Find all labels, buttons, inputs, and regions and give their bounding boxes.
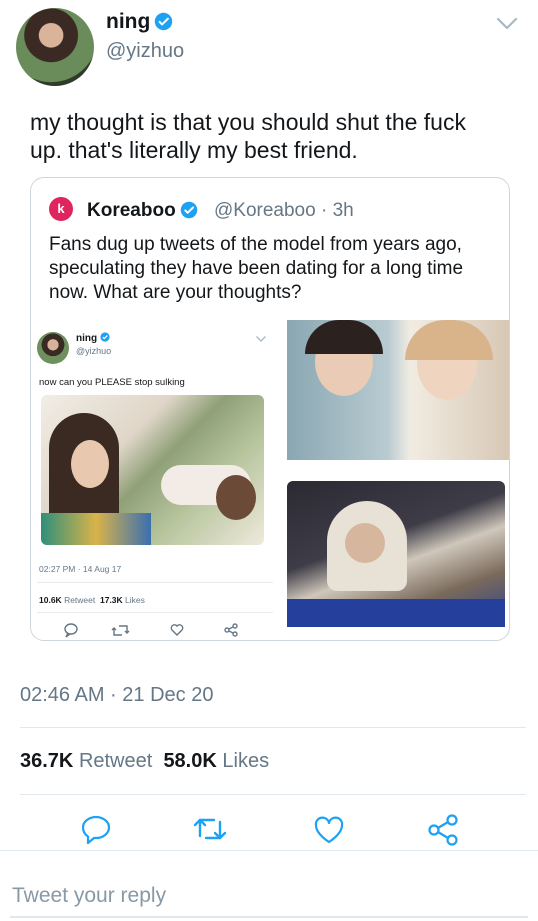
divider	[37, 582, 273, 583]
reply-icon[interactable]	[80, 813, 112, 845]
embedded-tweet-image: ning @yizhuo now can you PLEASE stop sul…	[31, 320, 284, 640]
embedded-name: ning	[76, 332, 110, 344]
photo-two-girls	[287, 320, 509, 460]
photo-girl-hoodie	[287, 481, 505, 627]
koreaboo-logo: k	[49, 197, 73, 221]
tweet-timestamp[interactable]: 02:46 AM · 21 Dec 20	[20, 684, 213, 707]
author-handle[interactable]: @yizhuo	[106, 40, 184, 63]
embedded-photo	[41, 395, 264, 545]
retweet-icon	[111, 625, 130, 636]
verified-badge-icon	[100, 332, 110, 342]
like-icon[interactable]	[313, 815, 345, 845]
quote-author-name: Koreaboo	[87, 200, 198, 222]
divider	[20, 727, 526, 728]
divider	[0, 850, 538, 851]
quote-text: Fans dug up tweets of the model from yea…	[49, 234, 464, 303]
author-name[interactable]: ning	[106, 10, 173, 34]
divider	[20, 794, 526, 795]
tweet-stats[interactable]: 36.7K Retweet 58.0K Likes	[20, 750, 269, 773]
reply-underline	[10, 916, 528, 918]
quote-author-handle: @Koreaboo · 3h	[214, 200, 354, 221]
reply-icon	[64, 623, 78, 638]
quoted-tweet[interactable]: k Koreaboo @Koreaboo · 3h Fans dug up tw…	[30, 177, 510, 641]
retweet-icon[interactable]	[192, 814, 228, 844]
share-icon	[224, 623, 238, 637]
embedded-avatar	[37, 332, 69, 364]
verified-badge-icon	[180, 201, 197, 219]
embedded-text: now can you PLEASE stop sulking	[39, 377, 185, 388]
chevron-down-icon[interactable]	[495, 14, 519, 34]
chevron-down-icon	[256, 336, 266, 342]
embedded-handle: @yizhuo	[76, 346, 112, 356]
embedded-stats: 10.6K Retweet 17.3K Likes	[39, 595, 145, 605]
like-icon	[170, 624, 184, 636]
embedded-timestamp: 02:27 PM · 14 Aug 17	[39, 564, 122, 574]
author-avatar[interactable]	[16, 8, 94, 86]
reply-input[interactable]: Tweet your reply	[12, 884, 166, 908]
divider	[37, 612, 273, 613]
tweet-text: my thought is that you should shut the f…	[30, 109, 466, 163]
verified-badge-icon	[155, 12, 173, 31]
embedded-actions	[64, 623, 238, 638]
share-icon[interactable]	[426, 813, 460, 847]
